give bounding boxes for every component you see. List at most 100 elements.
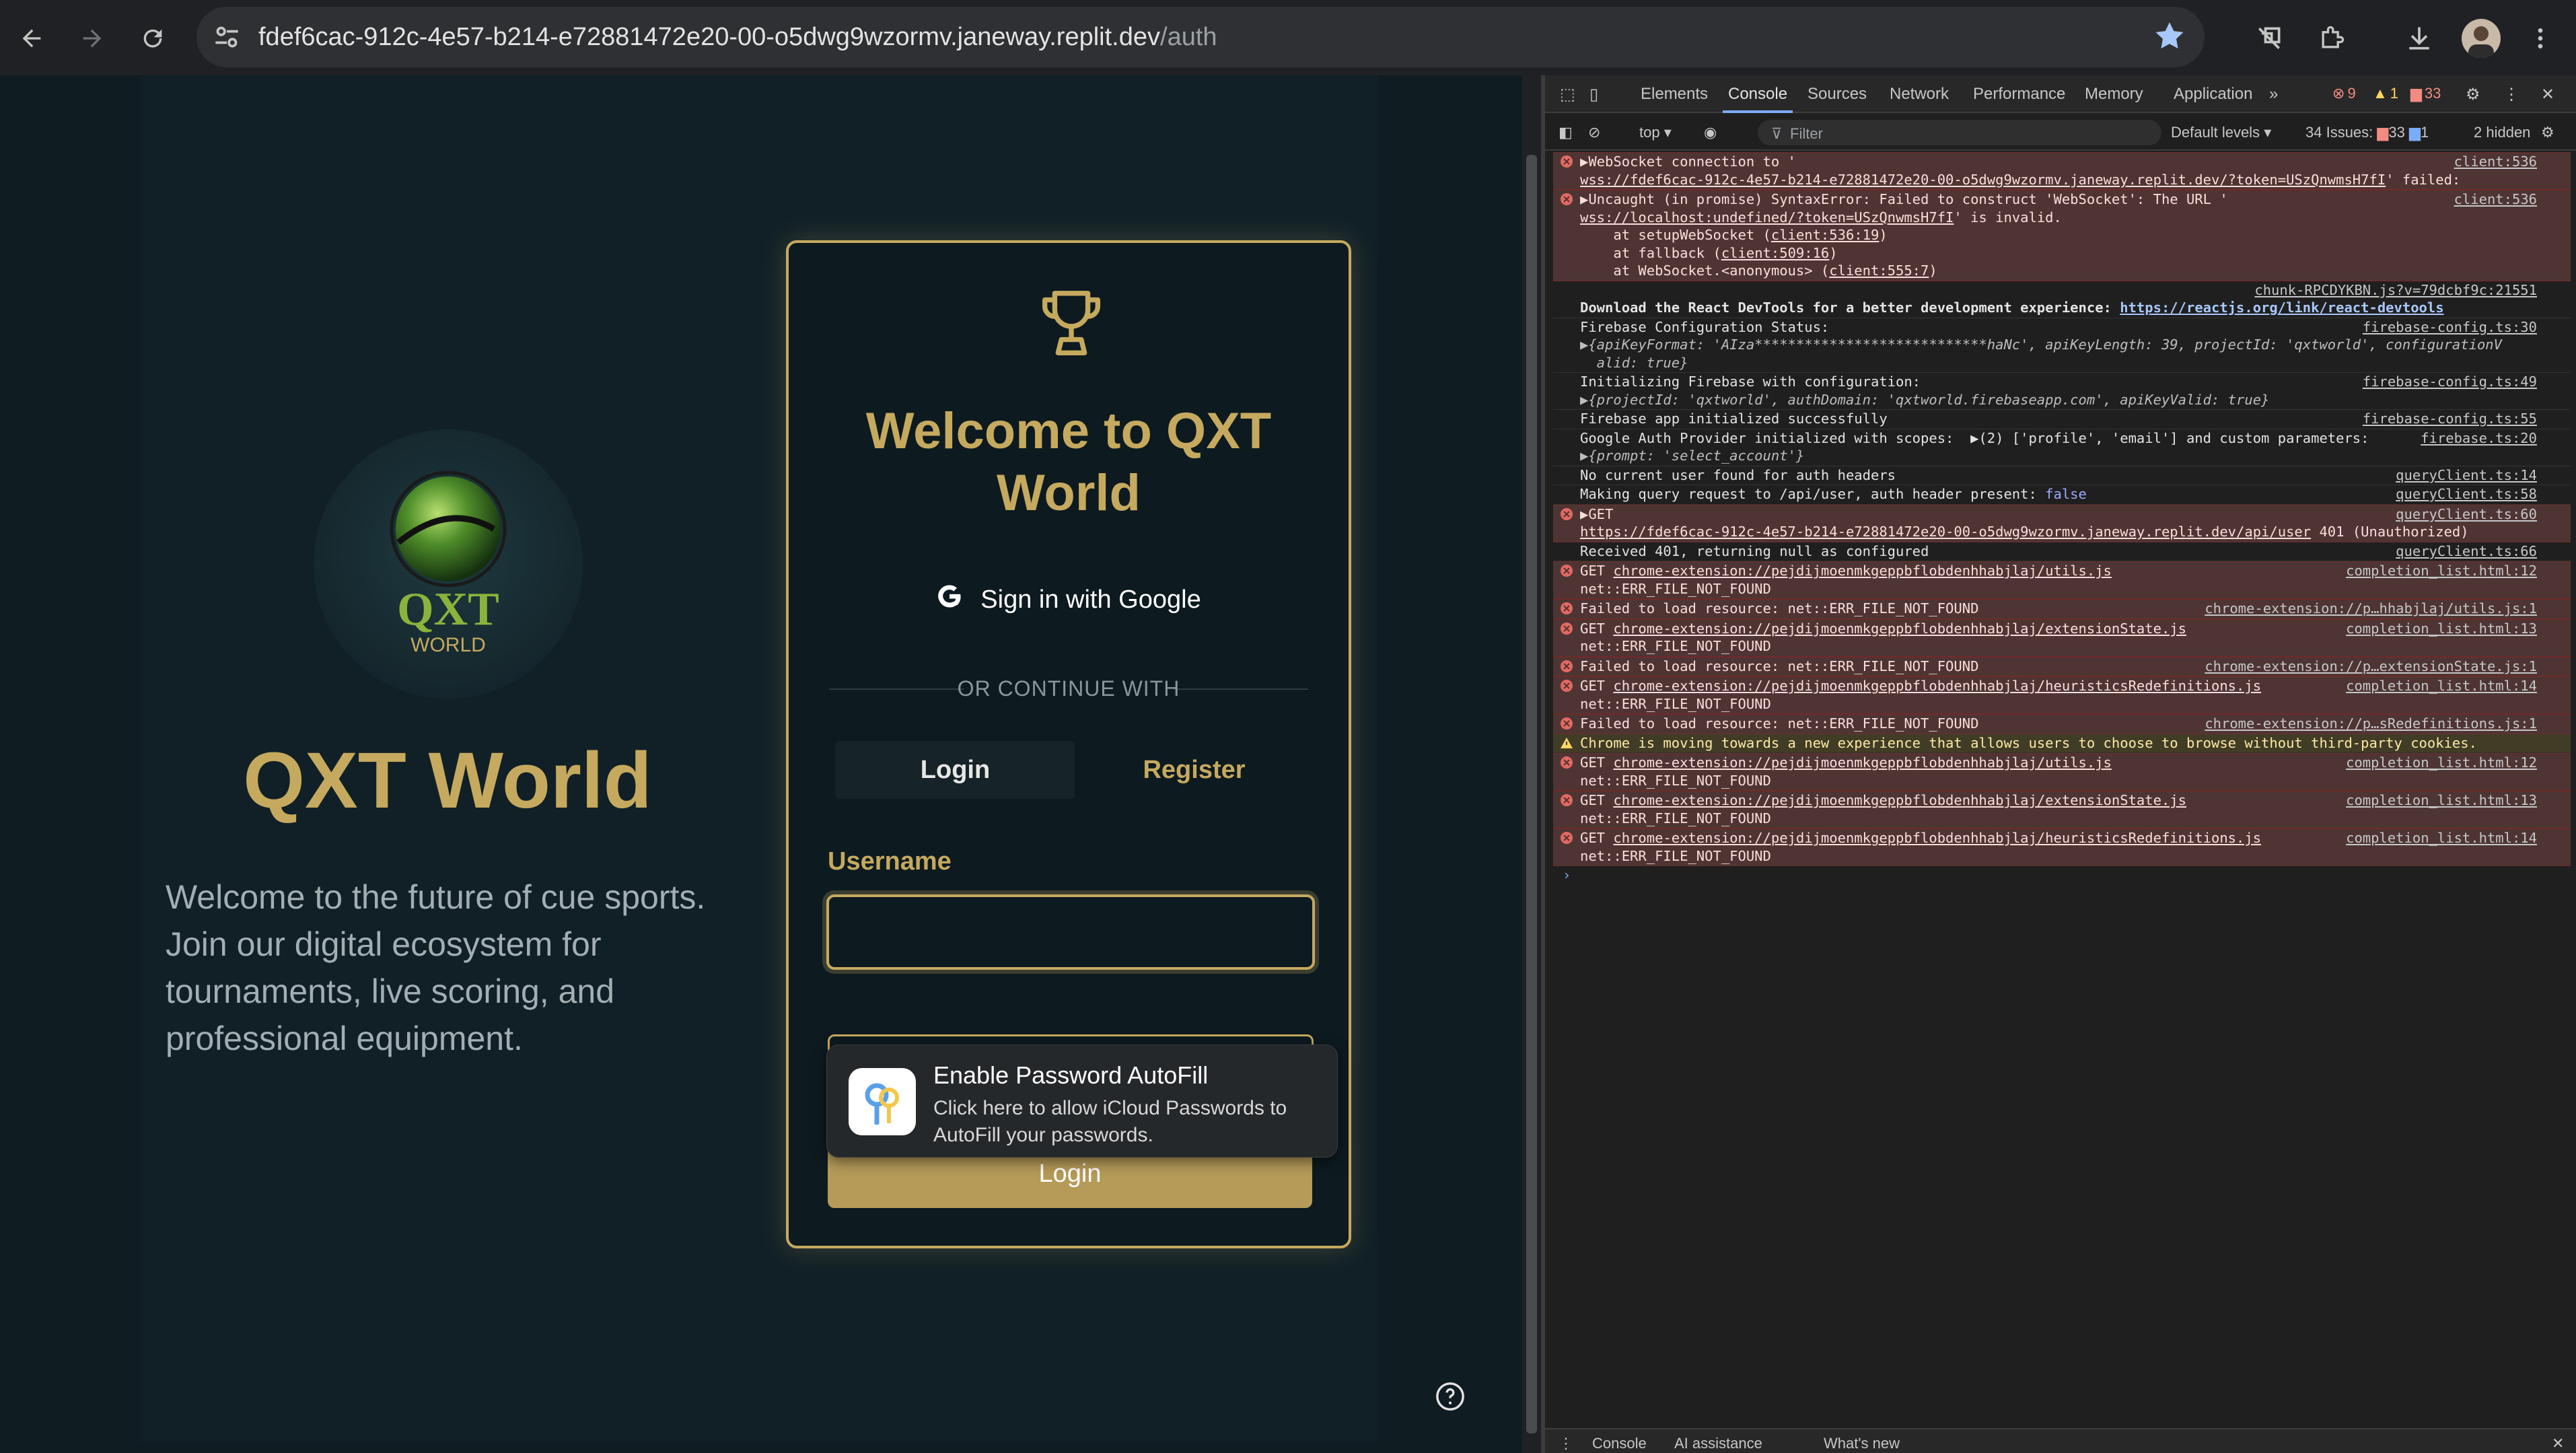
passwords-app-icon (849, 1068, 916, 1135)
console-error: queryClient.ts:60 ▶GET https://fdef6cac-… (1553, 504, 2571, 542)
error-icon (1560, 756, 1573, 769)
tab-application[interactable]: Application (2174, 85, 2252, 104)
stack-link[interactable]: client:509:16 (1721, 245, 1829, 261)
bookmark-star-icon[interactable] (2151, 17, 2188, 55)
console-log: queryClient.ts:58 Making query request t… (1553, 485, 2571, 505)
forward-icon[interactable] (69, 15, 116, 62)
console-error: client:536 ▶Uncaught (in promise) Syntax… (1553, 190, 2571, 281)
error-count-badge[interactable]: ⊗ 9 (2332, 85, 2356, 102)
tab-sources[interactable]: Sources (1808, 85, 1867, 104)
source-link[interactable]: client:536 (2454, 153, 2537, 171)
console-log: firebase.ts:20 Google Auth Provider init… (1553, 429, 2571, 466)
drawer-tab-ai-assistance[interactable]: AI assistance (1674, 1435, 1762, 1452)
device-toolbar-icon[interactable]: ▯ (1589, 85, 1598, 104)
source-link[interactable]: chunk-RPCDYKBN.js?v=79dcbf9c:21551 (2254, 282, 2537, 298)
source-link[interactable]: completion_list.html:13 (2346, 791, 2537, 810)
source-link[interactable]: firebase.ts:20 (2421, 429, 2537, 448)
source-link[interactable]: firebase-config.ts:55 (2363, 410, 2537, 428)
source-link[interactable]: completion_list.html:14 (2346, 677, 2537, 695)
extensions-puzzle-icon[interactable] (2308, 15, 2355, 62)
console-link[interactable]: chrome-extension://pejdijmoenmkgeppbflob… (1613, 830, 2261, 846)
info-count-badge[interactable]: ▆ 33 (2410, 85, 2441, 102)
devtools-drawer: ⋮ Console AI assistance What's new ✕ (1545, 1428, 2576, 1453)
hidden-count: 2 hidden (2474, 124, 2531, 141)
source-link[interactable]: queryClient.ts:58 (2396, 485, 2537, 503)
inspect-icon[interactable]: ⬚ (1560, 85, 1575, 104)
console-error: chrome-extension://p…sRedefinitions.js:1… (1553, 714, 2571, 734)
drawer-tab-whats-new[interactable]: What's new (1824, 1435, 1900, 1452)
source-link[interactable]: queryClient.ts:66 (2396, 542, 2537, 561)
console-link[interactable]: chrome-extension://pejdijmoenmkgeppbflob… (1613, 563, 2112, 579)
context-selector[interactable]: top ▾ (1639, 124, 1672, 141)
console-link[interactable]: https://fdef6cac-912c-4e57-b214-e7288147… (1580, 524, 2311, 540)
source-link[interactable]: chrome-extension://p…sRedefinitions.js:1 (2205, 715, 2537, 733)
console-link[interactable]: chrome-extension://pejdijmoenmkgeppbflob… (1613, 678, 2261, 694)
console-link[interactable]: wss://localhost:undefined/?token=USzQnwm… (1580, 209, 1954, 225)
console-link[interactable]: chrome-extension://pejdijmoenmkgeppbflob… (1613, 754, 2112, 771)
console-prompt[interactable]: › (1553, 866, 2571, 884)
sidebar-toggle-icon[interactable]: ◧ (1559, 124, 1573, 141)
console-link[interactable]: wss://fdef6cac-912c-4e57-b214-e72881472e… (1580, 172, 2386, 188)
tab-register[interactable]: Register (1075, 741, 1314, 799)
error-icon (1560, 602, 1573, 615)
source-link[interactable]: chrome-extension://p…hhabjlaj/utils.js:1 (2205, 600, 2537, 618)
source-link[interactable]: completion_list.html:12 (2346, 562, 2537, 580)
source-link[interactable]: firebase-config.ts:49 (2363, 373, 2537, 391)
tab-performance[interactable]: Performance (1973, 85, 2065, 104)
help-icon[interactable] (1435, 1381, 1466, 1412)
console-error: client:536 ▶WebSocket connection to ' ws… (1553, 152, 2571, 190)
error-icon (1560, 192, 1573, 206)
console-link[interactable]: chrome-extension://pejdijmoenmkgeppbflob… (1613, 792, 2186, 808)
source-link[interactable]: completion_list.html:12 (2346, 754, 2537, 772)
back-icon[interactable] (8, 15, 55, 62)
reload-icon[interactable] (129, 15, 176, 62)
issues-counter[interactable]: 34 Issues: ▆33 ▆1 (2305, 124, 2429, 141)
tab-console[interactable]: Console (1728, 85, 1787, 104)
profile-avatar[interactable] (2462, 19, 2501, 58)
source-link[interactable]: queryClient.ts:60 (2396, 505, 2537, 524)
extension-icon[interactable] (2246, 15, 2293, 62)
console-toolbar: ◧ ⊘ top ▾ ◉ ⊽ Filter Default levels ▾ 34… (1545, 114, 2576, 151)
source-link[interactable]: completion_list.html:14 (2346, 829, 2537, 847)
console-error: completion_list.html:14 GET chrome-exten… (1553, 676, 2571, 714)
drawer-menu-icon[interactable]: ⋮ (1559, 1435, 1573, 1452)
tab-elements[interactable]: Elements (1641, 85, 1708, 104)
source-link[interactable]: completion_list.html:13 (2346, 620, 2537, 638)
password-autofill-popup[interactable]: Enable Password AutoFill Click here to a… (826, 1044, 1338, 1158)
console-settings-icon[interactable]: ⚙ (2541, 124, 2554, 141)
console-filter-input[interactable]: ⊽ Filter (1758, 120, 2161, 145)
menu-kebab-icon[interactable] (2517, 15, 2564, 62)
tab-memory[interactable]: Memory (2085, 85, 2143, 104)
source-link[interactable]: chrome-extension://p…extensionState.js:1 (2205, 658, 2537, 676)
error-icon (1560, 622, 1573, 635)
log-levels-dropdown[interactable]: Default levels ▾ (2171, 124, 2271, 141)
filter-icon: ⊽ (1771, 125, 1783, 142)
console-link[interactable]: chrome-extension://pejdijmoenmkgeppbflob… (1613, 621, 2186, 637)
username-input[interactable] (826, 894, 1315, 970)
devtools-menu-icon[interactable]: ⋮ (2503, 85, 2519, 104)
drawer-tab-console[interactable]: Console (1592, 1435, 1647, 1452)
tab-login[interactable]: Login (836, 741, 1075, 799)
close-drawer-icon[interactable]: ✕ (2552, 1435, 2564, 1452)
source-link[interactable]: firebase-config.ts:30 (2363, 318, 2537, 336)
address-bar[interactable]: fdef6cac-912c-4e57-b214-e72881472e20-00-… (196, 7, 2205, 67)
google-signin-button[interactable]: Sign in with Google (849, 566, 1287, 633)
more-tabs-icon[interactable]: » (2269, 85, 2278, 104)
stack-link[interactable]: client:536:19 (1771, 227, 1879, 243)
download-icon[interactable] (2396, 15, 2443, 62)
clear-console-icon[interactable]: ⊘ (1588, 124, 1600, 141)
console-error: chrome-extension://p…hhabjlaj/utils.js:1… (1553, 599, 2571, 619)
source-link[interactable]: client:536 (2454, 190, 2537, 209)
settings-gear-icon[interactable]: ⚙ (2466, 85, 2480, 104)
console-link[interactable]: https://reactjs.org/link/react-devtools (2120, 299, 2443, 316)
live-expression-eye-icon[interactable]: ◉ (1704, 124, 1717, 141)
tab-network[interactable]: Network (1890, 85, 1949, 104)
source-link[interactable]: queryClient.ts:14 (2396, 466, 2537, 485)
warning-icon (1560, 736, 1573, 750)
warning-count-badge[interactable]: ▲ 1 (2373, 85, 2398, 102)
page-scrollbar-thumb[interactable] (1526, 155, 1537, 1433)
close-devtools-icon[interactable]: ✕ (2541, 85, 2554, 104)
page-viewport: QXT WORLD QXT World Welcome to the futur… (0, 75, 1522, 1453)
site-info-icon[interactable] (210, 20, 244, 54)
stack-link[interactable]: client:555:7 (1829, 262, 1929, 279)
